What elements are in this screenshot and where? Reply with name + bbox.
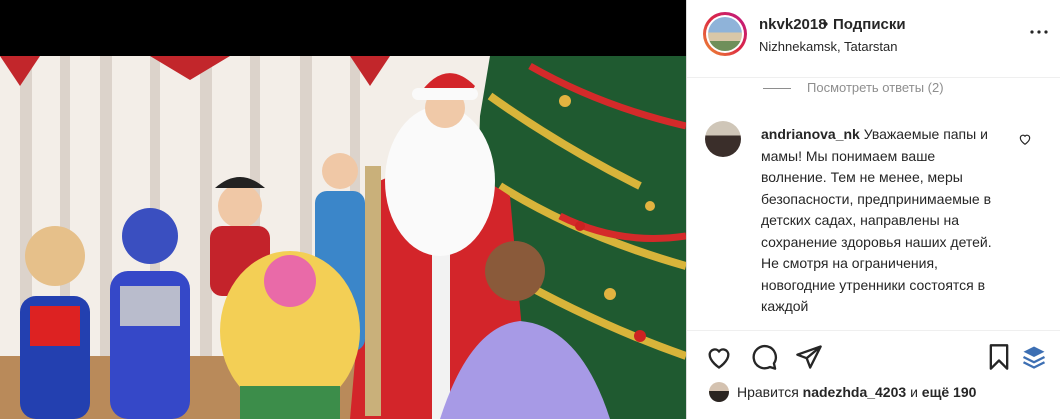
comment-like-icon[interactable] xyxy=(1018,132,1032,146)
comment-icon[interactable] xyxy=(750,343,778,371)
view-replies-label: Посмотреть ответы (2) xyxy=(807,80,944,95)
likes-prefix: Нравится xyxy=(737,384,799,400)
follow-button[interactable]: Подписки xyxy=(833,16,906,33)
author-username[interactable]: nkvk2018 xyxy=(759,16,827,33)
separator-dot: • xyxy=(823,16,829,33)
post-photo[interactable] xyxy=(0,56,686,419)
author-avatar[interactable] xyxy=(703,12,747,56)
replies-divider xyxy=(763,88,791,90)
comment-body: andrianova_nk Уважаемые папы и мамы! Мы … xyxy=(761,124,997,329)
share-icon[interactable] xyxy=(795,343,823,371)
media-panel xyxy=(0,0,686,419)
likes-summary: Нравится nadezhda_4203 и ещё 190 xyxy=(737,384,976,400)
heart-icon[interactable] xyxy=(705,343,733,371)
comment-username[interactable]: andrianova_nk xyxy=(761,126,860,142)
post-sidebar: nkvk2018 • Подписки Nizhnekamsk, Tatarst… xyxy=(686,0,1060,419)
bookmark-icon[interactable] xyxy=(985,343,1013,371)
commenter-avatar[interactable] xyxy=(705,121,741,157)
likes-count[interactable]: ещё 190 xyxy=(922,384,977,400)
post-location[interactable]: Nizhnekamsk, Tatarstan xyxy=(759,39,898,54)
more-icon[interactable] xyxy=(1027,20,1051,44)
comment-text: Уважаемые папы и мамы! Мы понимаем ваше … xyxy=(761,126,992,314)
layers-icon[interactable] xyxy=(1020,343,1048,371)
post-header: nkvk2018 • Подписки Nizhnekamsk, Tatarst… xyxy=(687,0,1060,78)
view-replies-link[interactable]: Посмотреть ответы (2) xyxy=(763,80,944,95)
likes-conj: и xyxy=(910,384,918,400)
post-actions: Нравится nadezhda_4203 и ещё 190 xyxy=(687,330,1060,420)
likes-user[interactable]: nadezhda_4203 xyxy=(803,384,907,400)
liker-avatar[interactable] xyxy=(709,382,729,402)
